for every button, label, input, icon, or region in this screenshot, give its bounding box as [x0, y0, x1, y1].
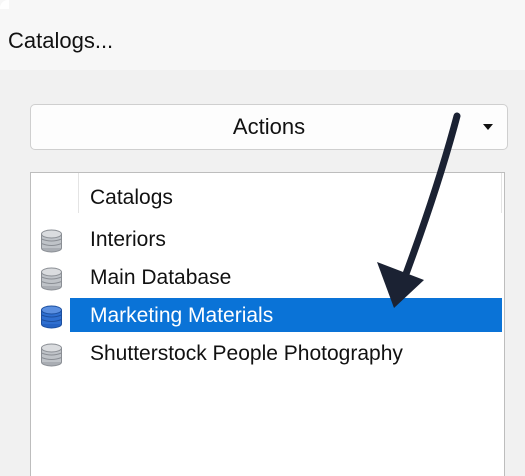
database-icon [41, 305, 62, 329]
database-icon [41, 343, 62, 367]
catalogs-window: Catalogs... Actions Catalogs Interiors M… [0, 0, 525, 476]
column-divider [78, 173, 79, 213]
tree-header[interactable]: Catalogs [90, 185, 173, 211]
tree-item-label: Main Database [90, 266, 232, 289]
title-bar: Catalogs... [0, 0, 525, 70]
tree-item-label: Interiors [90, 228, 166, 251]
chevron-down-icon[interactable] [483, 124, 493, 130]
tree-item-marketing-materials[interactable]: Marketing Materials [31, 297, 504, 334]
tree-item-label: Marketing Materials [90, 304, 274, 327]
window-corner [0, 0, 9, 9]
catalogs-tree[interactable]: Catalogs Interiors Main Database Marketi… [30, 172, 505, 476]
tree-item-main-database[interactable]: Main Database [31, 259, 504, 296]
window-title: Catalogs... [8, 28, 114, 53]
column-divider [501, 173, 502, 213]
tree-item-label: Shutterstock People Photography [90, 342, 403, 365]
database-icon [41, 267, 62, 291]
actions-label: Actions [232, 114, 306, 139]
tree-item-shutterstock-people-photography[interactable]: Shutterstock People Photography [31, 335, 504, 372]
database-icon [41, 229, 62, 253]
actions-dropdown[interactable]: Actions [30, 104, 508, 150]
tree-item-interiors[interactable]: Interiors [31, 221, 504, 258]
